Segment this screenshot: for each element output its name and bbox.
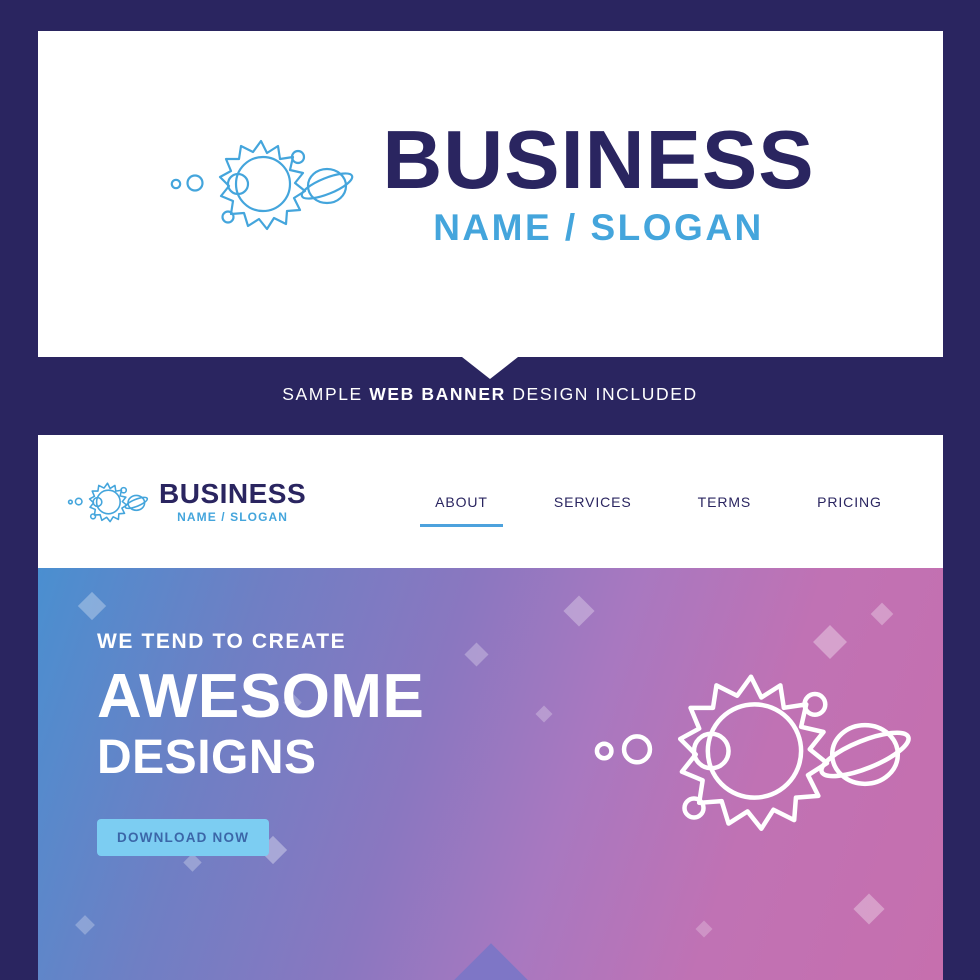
hero-headline-line2: DESIGNS [97,730,317,784]
nav-item-services[interactable]: SERVICES [521,494,665,510]
hero-section: WE TEND TO CREATE AWESOME DESIGNS DOWNLO… [38,568,943,980]
navbar-logo-text: BUSINESS NAME / SLOGAN [159,477,307,524]
logo-text-block: BUSINESS NAME / SLOGAN [382,113,815,248]
diamond-decoration [183,853,202,872]
nav-item-pricing[interactable]: PRICING [784,494,915,510]
brand-name: BUSINESS [382,113,815,207]
diamond-decoration [853,893,885,925]
hero-copy: WE TEND TO CREATE AWESOME DESIGNS DOWNLO… [97,630,424,856]
hero-kicker: WE TEND TO CREATE [97,630,347,653]
solar-system-icon [67,481,149,522]
navbar-logo[interactable]: BUSINESS NAME / SLOGAN [65,478,306,526]
web-banner-card: BUSINESS NAME / SLOGAN ABOUT SERVICES TE… [38,435,943,980]
tagline-emphasis: WEB BANNER [369,384,506,404]
nav-item-about[interactable]: ABOUT [402,494,521,527]
logo-card: BUSINESS NAME / SLOGAN [38,31,943,357]
nav-item-terms[interactable]: TERMS [665,494,785,510]
diamond-decoration [695,920,713,938]
banner-navbar: BUSINESS NAME / SLOGAN ABOUT SERVICES TE… [38,435,943,568]
hero-headline-line1: AWESOME [97,662,425,731]
diamond-decoration [77,591,107,621]
diamond-decoration [75,915,95,935]
solar-system-icon [594,674,911,831]
diamond-decoration [813,625,847,659]
tagline: SAMPLE WEB BANNER DESIGN INCLUDED [0,384,980,405]
brand-slogan: NAME / SLOGAN [433,206,764,248]
diamond-decoration [535,705,553,723]
diamond-decoration [563,595,595,627]
hero-bottom-diamond-pointer [453,943,528,980]
download-now-button[interactable]: DOWNLOAD NOW [97,818,270,856]
tagline-prefix: SAMPLE [282,384,370,404]
logo-card-pointer [462,357,518,379]
nav-item-contact[interactable]: CONTACT [915,494,943,510]
navbar-brand-slogan: NAME / SLOGAN [177,509,289,524]
tagline-suffix: DESIGN INCLUDED [505,384,698,404]
logo-lockup: BUSINESS NAME / SLOGAN [166,113,815,248]
diamond-decoration [464,642,489,667]
navbar-brand-name: BUSINESS [159,477,307,509]
diamond-decoration [870,602,894,626]
navbar-links: ABOUT SERVICES TERMS PRICING CONTACT [402,494,943,527]
solar-system-icon [171,139,354,231]
